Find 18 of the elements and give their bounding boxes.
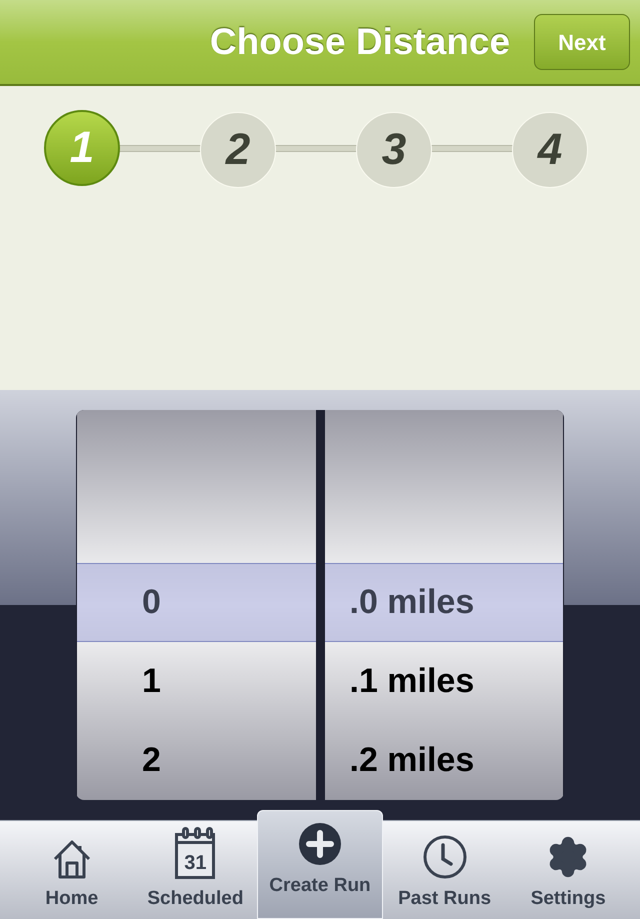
picker-option[interactable]: .1 miles xyxy=(324,642,563,722)
picker-option[interactable]: 0 xyxy=(77,563,316,642)
tab-button[interactable]: Create Run xyxy=(257,810,383,919)
tab-button[interactable]: Settings xyxy=(506,829,630,919)
step-indicator: 2 xyxy=(200,112,276,188)
add-icon xyxy=(298,822,342,866)
tab-button[interactable]: Past Runs xyxy=(382,829,506,919)
step-indicator: 1 xyxy=(44,110,120,186)
tab-button[interactable]: Home xyxy=(10,829,134,919)
clock-icon xyxy=(422,834,467,878)
picker-option[interactable]: .2 miles xyxy=(324,721,563,800)
tab-button[interactable]: 31 Scheduled xyxy=(134,829,258,919)
picker-option[interactable]: 2 xyxy=(77,721,316,800)
picker-option[interactable]: 1 xyxy=(77,642,316,722)
screen-title: Choose Distance xyxy=(210,20,510,64)
step-indicator: 4 xyxy=(512,112,588,188)
step-indicator: 3 xyxy=(356,112,432,188)
picker-option[interactable]: .0 miles xyxy=(324,563,563,642)
